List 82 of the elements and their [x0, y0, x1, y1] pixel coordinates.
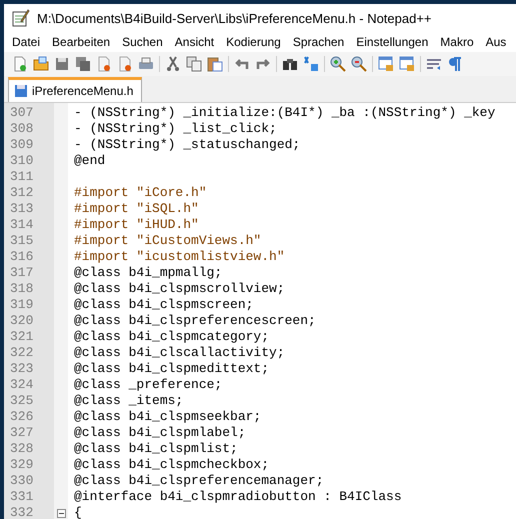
line-number: 307 [9, 105, 34, 121]
code-line: @class _preference; [73, 377, 222, 393]
menu-item[interactable]: Ansicht [174, 35, 214, 49]
line-number: 328 [9, 441, 34, 457]
find-icon[interactable] [282, 56, 298, 72]
line-number: 324 [9, 377, 34, 393]
save-all-icon[interactable] [75, 56, 91, 72]
line-number: 310 [9, 153, 34, 169]
open-folder-icon[interactable] [33, 56, 49, 72]
code-line: @class b4i_clspmscrollview; [73, 281, 285, 297]
code-line: @class b4i_clspreferencescreen; [73, 313, 316, 329]
line-number: 317 [9, 265, 34, 281]
collapse-icon[interactable] [56, 508, 66, 518]
save-icon [14, 84, 28, 98]
new-file-icon[interactable] [12, 56, 28, 72]
line-number: 330 [9, 473, 34, 489]
line-number: 327 [9, 425, 34, 441]
line-number: 320 [9, 313, 34, 329]
menu-item[interactable]: Aus [486, 35, 506, 49]
code-line: @interface b4i_clspmradiobutton : B4IClass [73, 489, 402, 505]
line-number: 331 [9, 489, 34, 505]
line-number: 321 [9, 329, 34, 345]
line-number: 323 [9, 361, 34, 377]
line-number: 332 [9, 505, 34, 519]
line-number: 315 [9, 233, 34, 249]
code-line: @class b4i_clscallactivity; [73, 345, 285, 361]
line-number: 322 [9, 345, 34, 361]
menu-item[interactable]: Einstellungen [356, 35, 428, 49]
code-line: #import "iCore.h" [73, 185, 207, 201]
file-tab[interactable]: iPreferenceMenu.h [8, 77, 142, 102]
code-line: @class b4i_clspmcheckbox; [73, 457, 270, 473]
menu-item[interactable]: Kodierung [226, 35, 281, 49]
line-number: 312 [9, 185, 34, 201]
menu-item[interactable]: Suchen [122, 35, 163, 49]
code-line: @class b4i_clspmscreen; [73, 297, 254, 313]
code-line: #import "iSQL.h" [73, 201, 199, 217]
redo-icon[interactable] [255, 56, 271, 72]
line-number: 316 [9, 249, 34, 265]
code-line: @class b4i_clspmcategory; [73, 329, 270, 345]
line-number: 319 [9, 297, 34, 313]
paste-icon[interactable] [207, 56, 223, 72]
code-line: @class _items; [73, 393, 184, 409]
undo-icon[interactable] [234, 56, 250, 72]
copy-icon[interactable] [186, 56, 202, 72]
code-line: @class b4i_clspmedittext; [73, 361, 270, 377]
zoom-in-icon[interactable] [330, 56, 346, 72]
code-line: - (NSString*) _initialize:(B4I*) _ba :(NSString*) _key [73, 105, 496, 121]
window-title: M:\Documents\B4iBuild-Server\Libs\iPreferenceMenu.h - Notepad++ [37, 10, 432, 26]
menu-item[interactable]: Sprachen [292, 35, 344, 49]
code-line: - (NSString*) _statuschanged; [73, 137, 300, 153]
line-number: 314 [9, 217, 34, 233]
paragraph-icon[interactable] [447, 56, 463, 72]
line-number: 311 [9, 169, 34, 185]
notepad-icon [12, 9, 30, 27]
code-line: { [73, 505, 82, 519]
code-line: @class b4i_clspreferencemanager; [73, 473, 324, 489]
line-number: 313 [9, 201, 34, 217]
menu-item[interactable]: Datei [12, 35, 40, 49]
code-line: @class b4i_clspmlist; [73, 441, 238, 457]
code-line: @class b4i_clspmlabel; [73, 425, 246, 441]
code-line: #import "iHUD.h" [73, 217, 199, 233]
close-file-icon[interactable] [96, 56, 112, 72]
code-line: - (NSString*) _list_click; [73, 121, 277, 137]
close-all-icon[interactable] [117, 56, 133, 72]
code-line: #import "icustomlistview.h" [73, 249, 285, 265]
code-line: @class b4i_mpmallg; [73, 265, 222, 281]
line-number: 318 [9, 281, 34, 297]
zoom-out-icon[interactable] [351, 56, 367, 72]
menu-item[interactable]: Makro [440, 35, 474, 49]
code-line: @class b4i_clspmseekbar; [73, 409, 262, 425]
line-number: 326 [9, 409, 34, 425]
line-number: 308 [9, 121, 34, 137]
menu-item[interactable]: Bearbeiten [52, 35, 110, 49]
tab-label: iPreferenceMenu.h [32, 84, 134, 98]
print-icon[interactable] [138, 56, 154, 72]
code-line: @end [73, 153, 106, 169]
line-number: 309 [9, 137, 34, 153]
save-icon[interactable] [54, 56, 70, 72]
line-number: 325 [9, 393, 34, 409]
cut-icon[interactable] [165, 56, 181, 72]
line-number: 329 [9, 457, 34, 473]
code-line: #import "iCustomViews.h" [73, 233, 262, 249]
